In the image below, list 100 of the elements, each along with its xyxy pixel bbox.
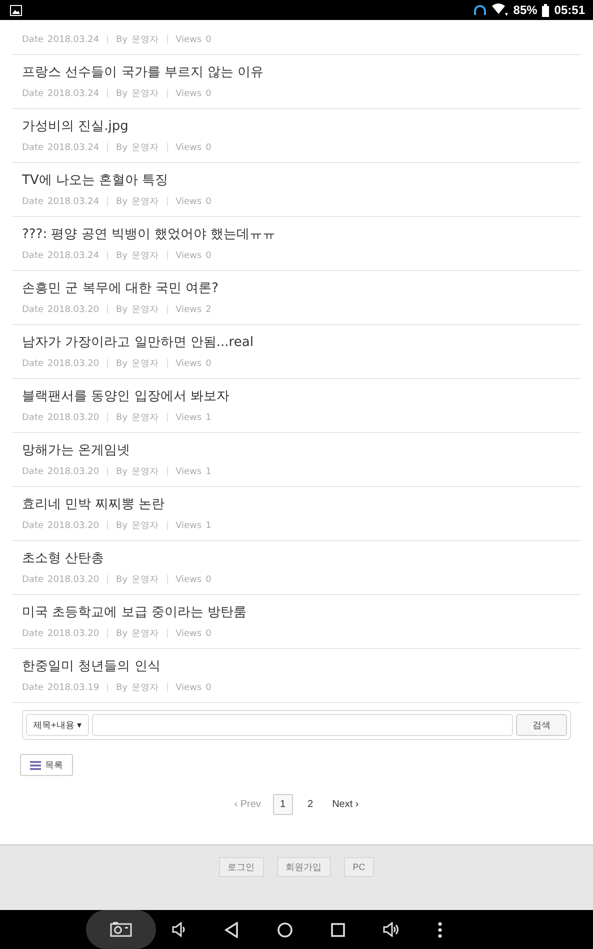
post-author: 운영자 <box>132 520 159 532</box>
post-author: 운영자 <box>132 412 159 424</box>
by-label: By <box>116 574 128 584</box>
post-title[interactable]: 남자가 가장이라고 일만하면 안됨...real <box>22 333 571 351</box>
search-scope-dropdown[interactable]: 제목+내용 ▾ <box>26 714 89 736</box>
view-count: 0 <box>206 250 212 260</box>
post-author: 운영자 <box>132 358 159 370</box>
footer-link[interactable]: 로그인 <box>218 857 264 877</box>
post-date: 2018.03.24 <box>48 196 100 206</box>
views-label: Views <box>176 88 202 98</box>
date-label: Date <box>22 520 44 530</box>
view-count: 0 <box>206 628 212 638</box>
by-label: By <box>116 682 128 692</box>
date-label: Date <box>22 628 44 638</box>
post-author: 운영자 <box>132 304 159 316</box>
post-title[interactable]: 한중일미 청년들의 인식 <box>22 657 571 675</box>
post-title[interactable]: TV에 나오는 혼혈아 특징 <box>22 171 571 189</box>
by-label: By <box>116 466 128 476</box>
view-count: 0 <box>206 196 212 206</box>
post-author: 운영자 <box>132 628 159 640</box>
views-label: Views <box>176 304 202 314</box>
battery-icon <box>542 4 550 16</box>
views-label: Views <box>176 628 202 638</box>
by-label: By <box>116 196 128 206</box>
post-title[interactable]: 망해가는 온게임넷 <box>22 441 571 459</box>
more-icon[interactable] <box>438 922 442 938</box>
post-title[interactable]: 초소형 산탄총 <box>22 549 571 567</box>
post-author: 운영자 <box>132 682 159 694</box>
views-label: Views <box>176 682 202 692</box>
date-label: Date <box>22 250 44 260</box>
post-date: 2018.03.20 <box>48 304 100 314</box>
wifi-icon <box>492 3 508 17</box>
post-author: 운영자 <box>132 250 159 262</box>
by-label: By <box>116 250 128 260</box>
volume-down-icon[interactable] <box>172 922 186 937</box>
volume-up-icon[interactable] <box>383 922 400 937</box>
view-count: 1 <box>206 466 212 476</box>
views-label: Views <box>176 466 202 476</box>
date-label: Date <box>22 682 44 692</box>
date-label: Date <box>22 196 44 206</box>
views-label: Views <box>176 358 202 368</box>
view-count: 0 <box>206 682 212 692</box>
post-title[interactable]: ???: 평양 공연 빅뱅이 했었어야 했는데ㅠㅠ <box>22 225 571 243</box>
post-author: 운영자 <box>132 574 159 586</box>
by-label: By <box>116 34 128 44</box>
post-date: 2018.03.20 <box>48 466 100 476</box>
by-label: By <box>116 142 128 152</box>
post-title[interactable]: 미국 초등학교에 보급 중이라는 방탄룸 <box>22 603 571 621</box>
post-title[interactable]: 프랑스 선수들이 국가를 부르지 않는 이유 <box>22 63 571 81</box>
battery-percent: 85% <box>513 3 538 17</box>
views-label: Views <box>176 196 202 206</box>
date-label: Date <box>22 466 44 476</box>
views-label: Views <box>176 34 202 44</box>
post-author: 운영자 <box>132 34 159 46</box>
footer-link[interactable]: PC <box>344 857 374 877</box>
date-label: Date <box>22 34 44 44</box>
page-link[interactable]: 2 <box>300 794 320 815</box>
post-author: 운영자 <box>132 88 159 100</box>
by-label: By <box>116 88 128 98</box>
footer-link[interactable]: 회원가입 <box>276 857 331 877</box>
post-date: 2018.03.20 <box>48 412 100 422</box>
post-title[interactable]: 가성비의 진실.jpg <box>22 117 571 135</box>
post-date: 2018.03.19 <box>48 682 100 692</box>
post-title[interactable]: 블랙팬서를 동양인 입장에서 봐보자 <box>22 387 571 405</box>
next-link[interactable]: Next › <box>328 799 363 810</box>
view-count: 0 <box>206 88 212 98</box>
view-count: 0 <box>206 142 212 152</box>
by-label: By <box>116 412 128 422</box>
date-label: Date <box>22 304 44 314</box>
date-label: Date <box>22 88 44 98</box>
view-count: 0 <box>206 574 212 584</box>
search-button[interactable]: 검색 <box>516 714 567 736</box>
page-link[interactable]: 1 <box>272 794 292 815</box>
post-date: 2018.03.24 <box>48 88 100 98</box>
post-date: 2018.03.24 <box>48 250 100 260</box>
views-label: Views <box>176 574 202 584</box>
image-icon <box>10 4 22 16</box>
date-label: Date <box>22 142 44 152</box>
post-date: 2018.03.20 <box>48 628 100 638</box>
views-label: Views <box>176 250 202 260</box>
post-title[interactable]: 손흥민 군 복무에 대한 국민 여론? <box>22 279 571 297</box>
home-icon[interactable] <box>277 922 293 938</box>
post-date: 2018.03.20 <box>48 520 100 530</box>
clock: 05:51 <box>554 3 585 17</box>
views-label: Views <box>176 520 202 530</box>
recents-icon[interactable] <box>331 922 345 936</box>
screenshot-button[interactable] <box>86 910 156 949</box>
post-author: 운영자 <box>132 196 159 208</box>
post-date: 2018.03.20 <box>48 358 100 368</box>
headphones-icon <box>473 4 488 16</box>
camera-icon <box>110 922 132 937</box>
view-count: 1 <box>206 412 212 422</box>
menu-icon <box>30 760 41 770</box>
list-button[interactable]: 목록 <box>20 754 73 776</box>
back-icon[interactable] <box>224 922 239 938</box>
post-title[interactable]: 효리네 민박 찌찌뽕 논란 <box>22 495 571 513</box>
by-label: By <box>116 628 128 638</box>
date-label: Date <box>22 574 44 584</box>
by-label: By <box>116 304 128 314</box>
view-count: 2 <box>206 304 212 314</box>
